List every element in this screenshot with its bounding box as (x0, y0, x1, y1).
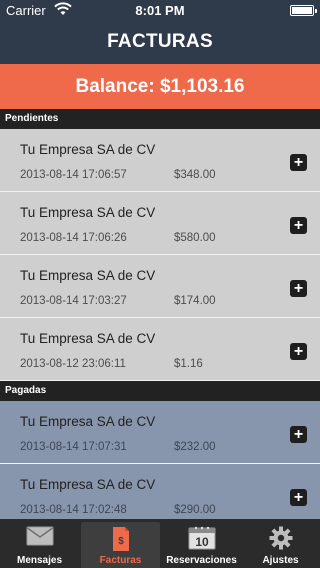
tab-label: Reservaciones (166, 555, 237, 566)
gear-icon (269, 526, 292, 550)
invoice-row[interactable]: Tu Empresa SA de CV 2013-08-14 17:07:31 … (0, 401, 320, 464)
plus-icon[interactable]: + (290, 280, 307, 297)
invoice-row[interactable]: Tu Empresa SA de CV 2013-08-14 17:06:26 … (0, 192, 320, 255)
section-header-paid: Pagadas (0, 381, 320, 401)
invoice-row[interactable]: Tu Empresa SA de CV 2013-08-14 17:03:27 … (0, 255, 320, 318)
tab-bar: Mensajes $ Facturas 10 Reservaciones Aju… (0, 519, 320, 568)
tab-label: Mensajes (16, 555, 63, 566)
section-header-pending: Pendientes (0, 109, 320, 129)
invoice-amount: $348.00 (174, 169, 216, 181)
svg-text:$: $ (118, 536, 124, 547)
invoice-amount: $232.00 (174, 441, 216, 453)
battery-icon (290, 5, 317, 16)
company-name: Tu Empresa SA de CV (20, 414, 156, 429)
invoice-list[interactable]: Pendientes Tu Empresa SA de CV 2013-08-1… (0, 109, 320, 519)
invoice-date: 2013-08-14 17:06:26 (20, 232, 127, 244)
company-name: Tu Empresa SA de CV (20, 205, 156, 220)
tab-label: Facturas (99, 555, 142, 566)
invoice-date: 2013-08-14 17:06:57 (20, 169, 127, 181)
status-bar: Carrier 8:01 PM (0, 0, 320, 20)
company-name: Tu Empresa SA de CV (20, 477, 156, 492)
invoice-row[interactable]: Tu Empresa SA de CV 2013-08-12 23:06:11 … (0, 318, 320, 381)
invoice-date: 2013-08-14 17:02:48 (20, 504, 127, 516)
plus-icon[interactable]: + (290, 489, 307, 506)
tab-reservaciones[interactable]: 10 Reservaciones (162, 519, 241, 568)
invoice-amount: $1.16 (174, 358, 203, 370)
invoice-row[interactable]: Tu Empresa SA de CV 2013-08-14 17:02:48 … (0, 464, 320, 519)
invoice-icon: $ (112, 527, 129, 551)
invoice-date: 2013-08-14 17:07:31 (20, 441, 127, 453)
invoice-date: 2013-08-12 23:06:11 (20, 358, 126, 370)
tab-facturas[interactable]: $ Facturas (81, 522, 160, 568)
calendar-badge-text: 10 (195, 535, 209, 549)
company-name: Tu Empresa SA de CV (20, 268, 156, 283)
clock-label: 8:01 PM (135, 3, 185, 18)
plus-icon[interactable]: + (290, 217, 307, 234)
invoice-amount: $174.00 (174, 295, 216, 307)
plus-icon[interactable]: + (290, 154, 307, 171)
tab-ajustes[interactable]: Ajustes (241, 519, 320, 568)
invoice-amount: $290.00 (174, 504, 216, 516)
nav-title: FACTURAS (0, 20, 320, 64)
envelope-icon (26, 526, 53, 546)
invoice-date: 2013-08-14 17:03:27 (20, 295, 127, 307)
tab-mensajes[interactable]: Mensajes (0, 519, 79, 568)
company-name: Tu Empresa SA de CV (20, 331, 156, 346)
invoice-amount: $580.00 (174, 232, 216, 244)
tab-label: Ajustes (262, 555, 299, 566)
invoice-row[interactable]: Tu Empresa SA de CV 2013-08-14 17:06:57 … (0, 129, 320, 192)
plus-icon[interactable]: + (290, 426, 307, 443)
calendar-icon: 10 (188, 526, 215, 550)
balance-banner: Balance: $1,103.16 (0, 64, 320, 109)
plus-icon[interactable]: + (290, 343, 307, 360)
company-name: Tu Empresa SA de CV (20, 142, 156, 157)
